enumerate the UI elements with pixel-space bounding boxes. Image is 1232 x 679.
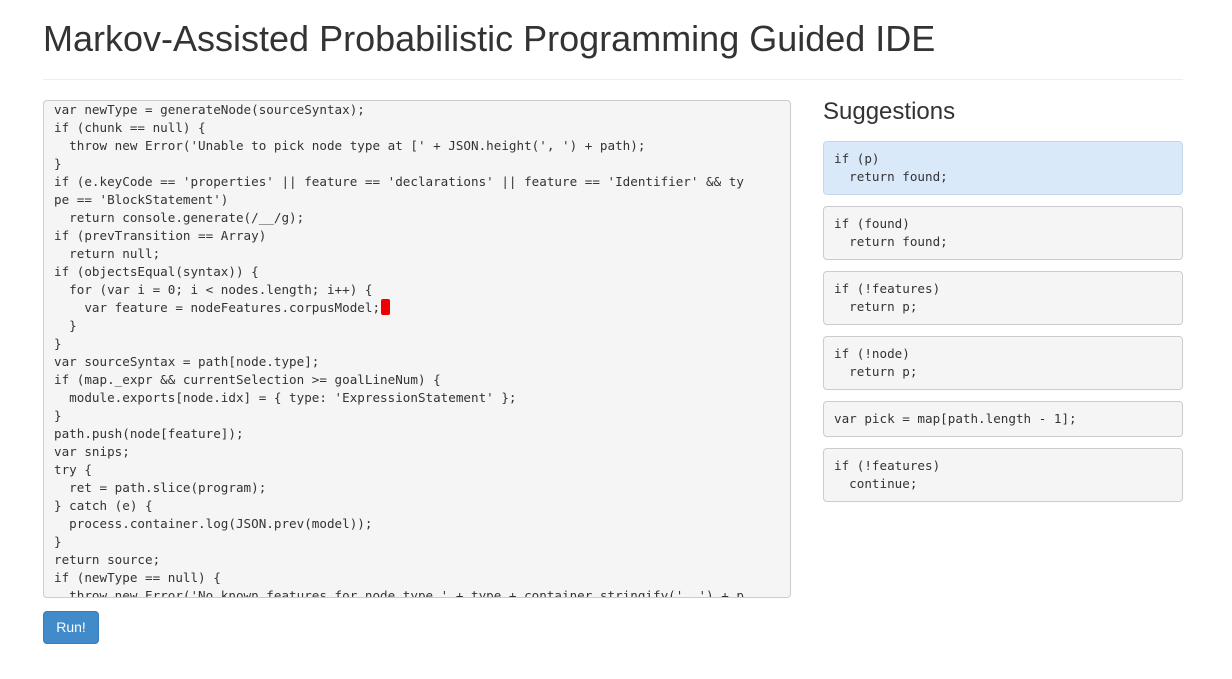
- code-line[interactable]: if (e.keyCode == 'properties' || feature…: [54, 173, 784, 191]
- run-button[interactable]: Run!: [43, 611, 99, 644]
- suggestions-heading: Suggestions: [823, 98, 956, 125]
- code-lines: var newType = generateNode(sourceSyntax)…: [54, 101, 784, 598]
- suggestion-code-line: return p;: [834, 299, 918, 314]
- suggestion-code-line: if (found): [834, 216, 910, 231]
- code-line[interactable]: }: [54, 155, 784, 173]
- suggestion-item[interactable]: if (found) return found;: [823, 206, 1183, 260]
- code-line-text: if (map._expr && currentSelection >= goa…: [54, 372, 441, 387]
- suggestion-code-line: if (!node): [834, 346, 910, 361]
- suggestion-code-line: if (!features): [834, 281, 941, 296]
- code-editor[interactable]: var newType = generateNode(sourceSyntax)…: [43, 100, 791, 598]
- suggestion-item[interactable]: if (!features) continue;: [823, 448, 1183, 502]
- code-line-text: throw new Error('No known features for n…: [54, 588, 744, 598]
- code-line[interactable]: pe == 'BlockStatement'): [54, 191, 784, 209]
- code-line-text: return console.generate(/__/g);: [54, 210, 305, 225]
- code-line-text: var sourceSyntax = path[node.type];: [54, 354, 320, 369]
- code-line[interactable]: if (prevTransition == Array): [54, 227, 784, 245]
- code-line[interactable]: throw new Error('Unable to pick node typ…: [54, 137, 784, 155]
- ide-page: Markov-Assisted Probabilistic Programmin…: [0, 0, 1232, 679]
- suggestion-code-line: return found;: [834, 234, 948, 249]
- code-line-text: throw new Error('Unable to pick node typ…: [54, 138, 646, 153]
- code-line[interactable]: process.container.log(JSON.prev(model));: [54, 515, 784, 533]
- code-line[interactable]: var snips;: [54, 443, 784, 461]
- code-line-text: for (var i = 0; i < nodes.length; i++) {: [54, 282, 373, 297]
- header-divider: [43, 79, 1183, 80]
- suggestion-item[interactable]: if (p) return found;: [823, 141, 1183, 195]
- suggestion-code-line: return p;: [834, 364, 918, 379]
- code-line-text: ret = path.slice(program);: [54, 480, 267, 495]
- code-line[interactable]: ret = path.slice(program);: [54, 479, 784, 497]
- code-line-text: if (e.keyCode == 'properties' || feature…: [54, 174, 744, 189]
- code-line-text: pe == 'BlockStatement'): [54, 192, 229, 207]
- code-line[interactable]: if (objectsEqual(syntax)) {: [54, 263, 784, 281]
- code-line-text: path.push(node[feature]);: [54, 426, 244, 441]
- code-line[interactable]: } catch (e) {: [54, 497, 784, 515]
- code-line-text: }: [54, 336, 62, 351]
- code-line[interactable]: }: [54, 407, 784, 425]
- code-line[interactable]: throw new Error('No known features for n…: [54, 587, 784, 598]
- suggestion-item[interactable]: if (!features) return p;: [823, 271, 1183, 325]
- code-line[interactable]: if (newType == null) {: [54, 569, 784, 587]
- code-line[interactable]: if (map._expr && currentSelection >= goa…: [54, 371, 784, 389]
- code-line-text: if (objectsEqual(syntax)) {: [54, 264, 259, 279]
- code-line[interactable]: var sourceSyntax = path[node.type];: [54, 353, 784, 371]
- code-line[interactable]: if (chunk == null) {: [54, 119, 784, 137]
- suggestion-code-line: var pick = map[path.length - 1];: [834, 411, 1077, 426]
- code-line[interactable]: var newType = generateNode(sourceSyntax)…: [54, 101, 784, 119]
- code-line-text: var snips;: [54, 444, 130, 459]
- page-title: Markov-Assisted Probabilistic Programmin…: [43, 18, 936, 59]
- code-line[interactable]: var feature = nodeFeatures.corpusModel;: [54, 299, 784, 317]
- code-line-text: var newType = generateNode(sourceSyntax)…: [54, 102, 365, 117]
- suggestions-list: if (p) return found; if (found) return fo…: [823, 141, 1183, 513]
- code-line-text: if (newType == null) {: [54, 570, 221, 585]
- suggestion-code-line: if (p): [834, 151, 880, 166]
- code-line-text: if (chunk == null) {: [54, 120, 206, 135]
- code-line[interactable]: return null;: [54, 245, 784, 263]
- text-cursor: [381, 299, 391, 315]
- code-line-text: module.exports[node.idx] = { type: 'Expr…: [54, 390, 517, 405]
- suggestion-item[interactable]: var pick = map[path.length - 1];: [823, 401, 1183, 437]
- code-line-text: return null;: [54, 246, 161, 261]
- code-line[interactable]: }: [54, 533, 784, 551]
- code-line-text: process.container.log(JSON.prev(model));: [54, 516, 373, 531]
- code-line[interactable]: return console.generate(/__/g);: [54, 209, 784, 227]
- code-line-text: }: [54, 534, 62, 549]
- code-line[interactable]: }: [54, 335, 784, 353]
- code-line-text: }: [54, 156, 62, 171]
- code-line-text: } catch (e) {: [54, 498, 153, 513]
- code-line[interactable]: try {: [54, 461, 784, 479]
- code-line-text: if (prevTransition == Array): [54, 228, 267, 243]
- suggestion-code-line: if (!features): [834, 458, 941, 473]
- suggestion-item[interactable]: if (!node) return p;: [823, 336, 1183, 390]
- code-line-text: try {: [54, 462, 92, 477]
- code-line[interactable]: path.push(node[feature]);: [54, 425, 784, 443]
- suggestion-code-line: continue;: [834, 476, 918, 491]
- code-line[interactable]: return source;: [54, 551, 784, 569]
- code-line[interactable]: for (var i = 0; i < nodes.length; i++) {: [54, 281, 784, 299]
- code-line[interactable]: module.exports[node.idx] = { type: 'Expr…: [54, 389, 784, 407]
- code-line-text: return source;: [54, 552, 161, 567]
- code-line-text: }: [54, 408, 62, 423]
- code-line-text: var feature = nodeFeatures.corpusModel;: [54, 300, 381, 315]
- code-line-text: }: [54, 318, 77, 333]
- code-line[interactable]: }: [54, 317, 784, 335]
- suggestion-code-line: return found;: [834, 169, 948, 184]
